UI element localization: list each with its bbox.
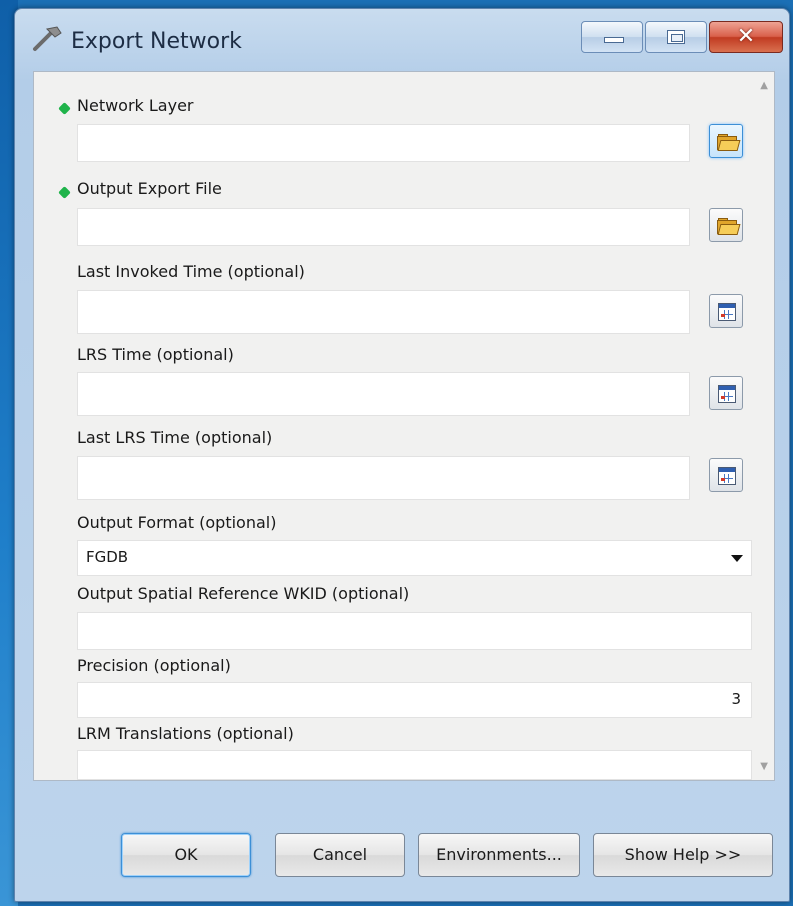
scroll-up-arrow-icon[interactable]: ▲ bbox=[760, 80, 768, 91]
network-layer-browse-button[interactable] bbox=[709, 124, 743, 158]
maximize-button[interactable] bbox=[645, 21, 707, 53]
precision-input[interactable]: 3 bbox=[77, 682, 752, 718]
spatial-reference-input[interactable] bbox=[77, 612, 752, 650]
folder-open-icon bbox=[717, 134, 741, 151]
last-invoked-time-label: Last Invoked Time (optional) bbox=[77, 262, 305, 281]
environments-button[interactable]: Environments... bbox=[418, 833, 580, 877]
chevron-down-icon bbox=[731, 555, 743, 562]
lrm-translations-input[interactable] bbox=[77, 750, 752, 780]
window-title: Export Network bbox=[71, 29, 242, 54]
parameters-panel: ▲ ▼ Network Layer Output Export File Las… bbox=[33, 71, 775, 781]
calendar-icon bbox=[718, 385, 736, 403]
last-lrs-time-label: Last LRS Time (optional) bbox=[77, 428, 273, 447]
required-dot-icon bbox=[58, 102, 71, 115]
show-help-button[interactable]: Show Help >> bbox=[593, 833, 773, 877]
lrs-time-input[interactable] bbox=[77, 372, 690, 416]
precision-value: 3 bbox=[731, 690, 741, 708]
network-layer-input[interactable] bbox=[77, 124, 690, 162]
maximize-icon bbox=[667, 30, 685, 44]
folder-open-icon bbox=[717, 218, 741, 235]
lrm-translations-label: LRM Translations (optional) bbox=[77, 724, 294, 743]
title-bar[interactable]: Export Network ✕ bbox=[15, 9, 789, 71]
calendar-icon bbox=[718, 303, 736, 321]
output-format-value: FGDB bbox=[86, 548, 129, 566]
required-dot-icon bbox=[58, 186, 71, 199]
last-lrs-time-calendar-button[interactable] bbox=[709, 458, 743, 492]
last-invoked-time-input[interactable] bbox=[77, 290, 690, 334]
precision-label: Precision (optional) bbox=[77, 656, 231, 675]
output-export-file-browse-button[interactable] bbox=[709, 208, 743, 242]
lrs-time-calendar-button[interactable] bbox=[709, 376, 743, 410]
scroll-down-arrow-icon[interactable]: ▼ bbox=[760, 761, 768, 772]
close-button[interactable]: ✕ bbox=[709, 21, 783, 53]
lrs-time-label: LRS Time (optional) bbox=[77, 345, 234, 364]
spatial-reference-label: Output Spatial Reference WKID (optional) bbox=[77, 584, 410, 603]
export-network-dialog: Export Network ✕ ▲ ▼ Network Layer Outpu… bbox=[14, 8, 790, 902]
output-format-label: Output Format (optional) bbox=[77, 513, 277, 532]
output-export-file-label: Output Export File bbox=[77, 179, 222, 198]
minimize-button[interactable] bbox=[581, 21, 643, 53]
cancel-button[interactable]: Cancel bbox=[275, 833, 405, 877]
last-invoked-time-calendar-button[interactable] bbox=[709, 294, 743, 328]
output-format-select[interactable]: FGDB bbox=[77, 540, 752, 576]
last-lrs-time-input[interactable] bbox=[77, 456, 690, 500]
button-bar: OK Cancel Environments... Show Help >> bbox=[33, 781, 775, 899]
network-layer-label: Network Layer bbox=[77, 96, 194, 115]
hammer-tool-icon bbox=[33, 26, 62, 51]
output-export-file-input[interactable] bbox=[77, 208, 690, 246]
ok-button[interactable]: OK bbox=[121, 833, 251, 877]
minimize-icon bbox=[604, 37, 624, 43]
calendar-icon bbox=[718, 467, 736, 485]
close-icon: ✕ bbox=[736, 24, 756, 49]
